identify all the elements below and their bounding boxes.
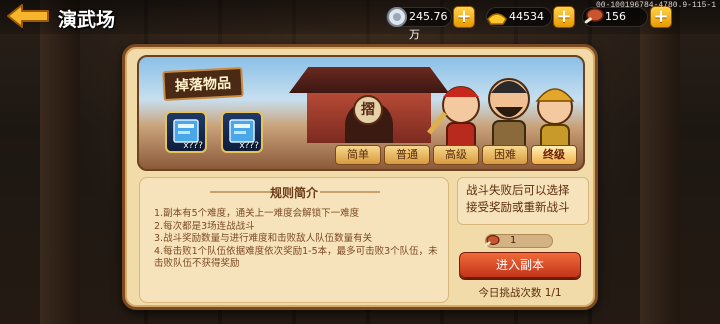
entry-cost-value: 1 (510, 235, 517, 246)
silver-coin-icon (387, 7, 407, 27)
rules-title: 规则简介 (269, 186, 318, 200)
stamina-counter: 156 (582, 7, 648, 27)
gold-ingot-counter: 44534 (486, 7, 552, 27)
tab-advanced[interactable]: 高级 (433, 145, 479, 165)
failure-note: 战斗失败后可以选择接受奖励或重新战斗 (457, 177, 589, 225)
tab-normal[interactable]: 普通 (384, 145, 430, 165)
rules-list: 1.副本有5个难度，通关上一难度会解锁下一难度 2.每次都是3场连战战斗 3.战… (154, 208, 438, 271)
silver-coin-counter: 245.76万 (386, 7, 452, 41)
tab-ultimate[interactable]: 终级 (531, 145, 577, 165)
top-bar: 演武场 245.76万 + 44534 + 156 + 00-100196784… (0, 0, 720, 41)
back-button[interactable] (6, 3, 52, 29)
arena-banner: 摺 掉落物品 x??? x??? 简单 普通 高级 困难 终级 (137, 55, 585, 171)
tab-easy[interactable]: 简单 (335, 145, 381, 165)
page-title: 演武场 (58, 9, 116, 31)
rules-box: 规则简介 1.副本有5个难度，通关上一难度会解锁下一难度 2.每次都是3场连战战… (139, 177, 449, 303)
drop-item-slot[interactable]: x??? (221, 111, 263, 153)
back-arrow-icon (7, 4, 49, 28)
device-id-text: 00-100196784-4780.9-115-1 (595, 1, 716, 10)
arena-panel: 摺 掉落物品 x??? x??? 简单 普通 高级 困难 终级 规则简介 1.副… (122, 44, 598, 310)
drop-item-count: x??? (239, 141, 259, 151)
difficulty-tabs: 简单 普通 高级 困难 终级 (335, 145, 577, 165)
background-pillar (640, 0, 680, 324)
drop-items-label: 掉落物品 (162, 66, 244, 102)
add-silver-button[interactable]: + (453, 6, 475, 28)
rule-item: 2.每次都是3场连战战斗 (154, 220, 255, 232)
gold-ingot-value: 44534 (509, 10, 544, 23)
temple-sign: 摺 (353, 95, 383, 125)
enter-dungeon-button[interactable]: 进入副本 (459, 252, 581, 278)
background-pillar (40, 0, 80, 324)
gold-ingot-icon (487, 13, 507, 25)
drop-item-slot[interactable]: x??? (165, 111, 207, 153)
daily-challenge-count: 今日挑战次数 1/1 (478, 287, 562, 299)
meat-icon (484, 234, 500, 247)
add-gold-button[interactable]: + (553, 6, 575, 28)
drop-item-count: x??? (183, 141, 203, 151)
stamina-value: 156 (605, 10, 626, 23)
rule-item: 3.战斗奖励数量与进行难度和击败敌人队伍数量有关 (154, 233, 373, 244)
rule-item: 1.副本有5个难度，通关上一难度会解锁下一难度 (154, 208, 360, 219)
rule-item: 4.每击败1个队伍依据难度依次奖励1-5本，最多可击败3个队伍，未击败队伍不获得… (154, 245, 438, 270)
entry-cost: 1 (484, 234, 553, 248)
tab-hard[interactable]: 困难 (482, 145, 528, 165)
